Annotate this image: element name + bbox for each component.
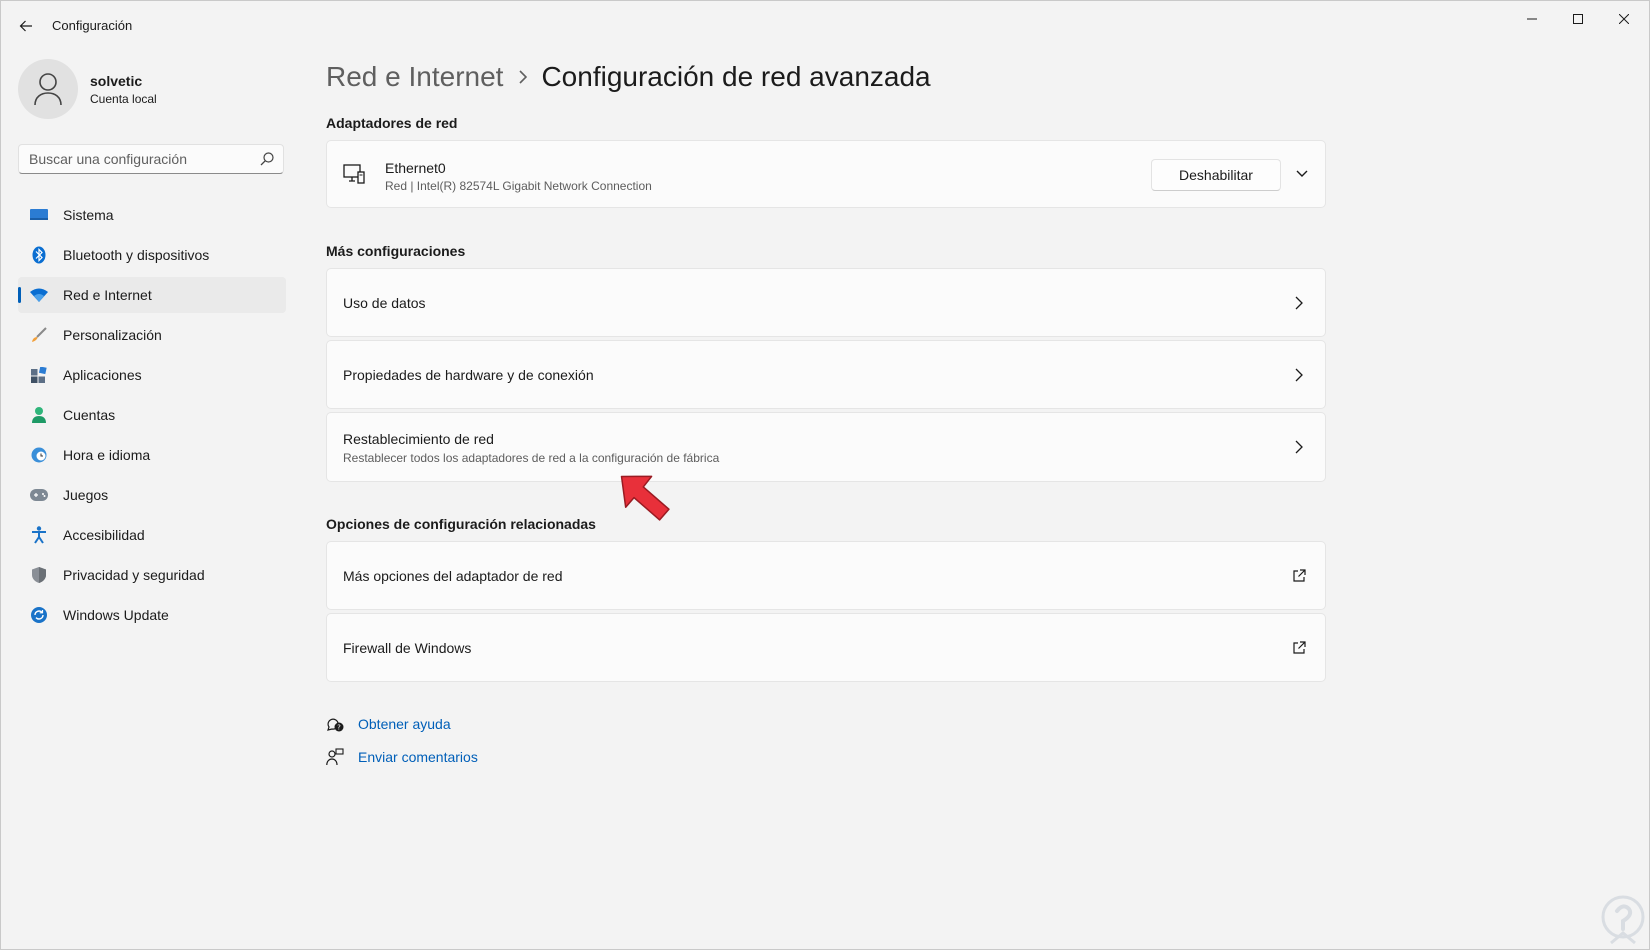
external-link-icon (1291, 640, 1307, 656)
person-avatar-icon (34, 73, 62, 106)
sidebar-item-hora-e-idioma[interactable]: Hora e idioma (18, 437, 286, 473)
brush-icon (30, 326, 48, 344)
accessibility-icon (30, 526, 48, 544)
sidebar-item-label: Bluetooth y dispositivos (63, 247, 210, 263)
shield-icon (30, 566, 48, 584)
watermark-logo-icon (1601, 895, 1645, 945)
maximize-icon (1573, 14, 1583, 24)
setting-row-adapter-options[interactable]: Más opciones del adaptador de red (326, 541, 1326, 610)
setting-label: Propiedades de hardware y de conexión (343, 367, 594, 383)
setting-row-hardware-properties[interactable]: Propiedades de hardware y de conexión (326, 340, 1326, 409)
chevron-right-icon (1291, 367, 1307, 383)
apps-icon (30, 366, 48, 384)
setting-row-data-usage[interactable]: Uso de datos (326, 268, 1326, 337)
profile-account-type: Cuenta local (90, 91, 157, 106)
back-arrow-icon (19, 20, 32, 32)
sidebar-item-sistema[interactable]: Sistema (18, 197, 286, 233)
help-chat-icon: ? (326, 715, 344, 733)
setting-description: Restablecer todos los adaptadores de red… (343, 451, 720, 465)
chevron-right-icon (1291, 295, 1307, 311)
update-icon (30, 606, 48, 624)
page-title: Configuración de red avanzada (541, 61, 931, 92)
chevron-right-icon (1291, 439, 1307, 455)
sidebar-item-juegos[interactable]: Juegos (18, 477, 286, 513)
setting-label: Restablecimiento de red (343, 431, 494, 447)
chevron-down-icon[interactable] (1295, 167, 1309, 186)
search-input[interactable] (29, 151, 249, 167)
chevron-right-icon (519, 70, 528, 84)
section-title-adapters: Adaptadores de red (326, 115, 458, 131)
sidebar-item-cuentas[interactable]: Cuentas (18, 397, 286, 433)
sidebar-item-windows-update[interactable]: Windows Update (18, 597, 286, 633)
setting-row-network-reset[interactable]: Restablecimiento de red Restablecer todo… (326, 412, 1326, 482)
minimize-icon (1527, 18, 1537, 20)
search-icon[interactable] (260, 152, 274, 171)
sidebar-nav: Sistema Bluetooth y dispositivos Red e I… (18, 197, 286, 637)
ethernet-monitor-icon (343, 163, 365, 190)
breadcrumb-parent-link[interactable]: Red e Internet (326, 61, 503, 93)
feedback-icon (326, 748, 344, 766)
setting-label: Uso de datos (343, 295, 426, 311)
sidebar-item-label: Personalización (63, 327, 162, 343)
sidebar-item-bluetooth[interactable]: Bluetooth y dispositivos (18, 237, 286, 273)
disable-adapter-button[interactable]: Deshabilitar (1151, 159, 1281, 191)
person-icon (30, 406, 48, 424)
sidebar-item-privacidad[interactable]: Privacidad y seguridad (18, 557, 286, 593)
setting-row-firewall[interactable]: Firewall de Windows (326, 613, 1326, 682)
external-link-icon (1291, 568, 1307, 584)
sidebar-item-personalizacion[interactable]: Personalización (18, 317, 286, 353)
sidebar-item-label: Sistema (63, 207, 114, 223)
adapter-description: Red | Intel(R) 82574L Gigabit Network Co… (385, 179, 652, 193)
settings-window: Configuración solvetic Cuenta local Busc… (0, 0, 1650, 950)
breadcrumb: Red e Internet Configuración de red avan… (326, 57, 931, 97)
sidebar-item-label: Privacidad y seguridad (63, 567, 205, 583)
sidebar-item-label: Accesibilidad (63, 527, 145, 543)
close-icon (1619, 14, 1629, 24)
sidebar-item-aplicaciones[interactable]: Aplicaciones (18, 357, 286, 393)
section-title-more-settings: Más configuraciones (326, 243, 466, 259)
get-help-link[interactable]: Obtener ayuda (358, 716, 451, 732)
app-title: Configuración (52, 18, 133, 33)
globe-clock-icon (30, 446, 48, 464)
sidebar-item-label: Hora e idioma (63, 447, 151, 463)
bluetooth-icon (30, 246, 48, 264)
maximize-button[interactable] (1555, 1, 1601, 37)
sidebar-item-red-e-internet[interactable]: Red e Internet (18, 277, 286, 313)
profile-name: solvetic (90, 72, 143, 89)
sidebar-item-label: Aplicaciones (63, 367, 142, 383)
gamepad-icon (30, 486, 48, 504)
section-title-related: Opciones de configuración relacionadas (326, 516, 596, 532)
adapter-card-ethernet0[interactable]: Ethernet0 Red | Intel(R) 82574L Gigabit … (326, 140, 1326, 208)
sidebar-item-label: Juegos (63, 487, 109, 503)
sidebar-item-label: Windows Update (63, 607, 169, 623)
feedback-row[interactable]: Enviar comentarios (326, 748, 478, 766)
adapter-name: Ethernet0 (385, 160, 446, 176)
sidebar-item-label: Cuentas (63, 407, 116, 423)
get-help-row[interactable]: ? Obtener ayuda (326, 715, 451, 733)
send-feedback-link[interactable]: Enviar comentarios (358, 749, 478, 765)
back-button[interactable] (13, 13, 39, 39)
setting-label: Firewall de Windows (343, 640, 472, 656)
sidebar-item-accesibilidad[interactable]: Accesibilidad (18, 517, 286, 553)
close-button[interactable] (1601, 1, 1647, 37)
sidebar-item-label: Red e Internet (63, 287, 152, 303)
setting-label: Más opciones del adaptador de red (343, 568, 563, 584)
title-bar: Configuración (1, 1, 1649, 49)
red-pointer-arrow-icon (620, 475, 670, 521)
search-box[interactable] (18, 144, 284, 174)
minimize-button[interactable] (1509, 1, 1555, 37)
svg-text:?: ? (337, 724, 341, 732)
avatar (18, 59, 78, 119)
wifi-icon (30, 286, 48, 304)
user-profile[interactable]: solvetic Cuenta local (18, 59, 157, 119)
system-icon (30, 206, 48, 224)
